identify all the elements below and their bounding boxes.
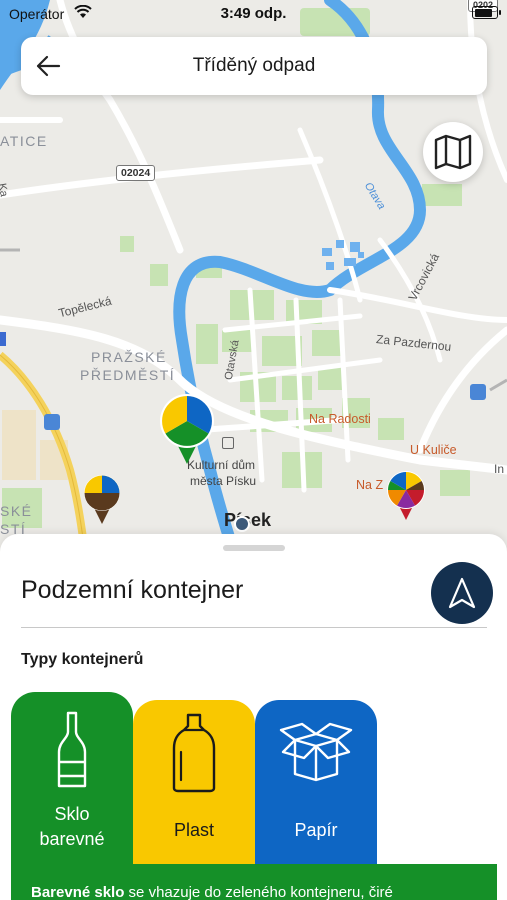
page-title: Tříděný odpad — [192, 55, 316, 76]
map-icon — [434, 134, 472, 170]
detail-sheet: Podzemní kontejner Typy kontejnerů Sklo … — [0, 534, 507, 900]
paper-box-icon — [255, 718, 377, 782]
card-paper[interactable]: Papír — [255, 700, 377, 872]
divider — [21, 627, 487, 628]
card-plastic[interactable]: Plast — [133, 700, 255, 872]
map-label-district: PRAŽSKÉ — [91, 349, 167, 365]
navigate-button[interactable] — [431, 562, 493, 624]
card-label: Plast — [173, 820, 215, 840]
map-label-district: PŘEDMĚSTÍ — [80, 367, 176, 383]
navigation-arrow-icon — [448, 577, 476, 609]
street-label: In — [494, 462, 505, 476]
container-marker-selected[interactable] — [158, 392, 216, 471]
info-banner: Barevné sklo se vhazuje do zeleného kont… — [11, 864, 497, 900]
poi-label: Na Z — [356, 478, 384, 492]
container-marker[interactable] — [82, 474, 122, 531]
poi-label: města Písku — [190, 474, 257, 488]
plastic-bottle-icon — [133, 712, 255, 794]
map-layers-button[interactable] — [423, 122, 483, 182]
poi-label: Na Radosti — [309, 412, 371, 426]
pie-marker-icon — [160, 394, 214, 464]
location-dot — [234, 516, 250, 532]
top-bar: Tříděný odpad — [21, 37, 487, 95]
sheet-grabber[interactable] — [223, 545, 285, 551]
bottle-icon — [11, 710, 133, 790]
card-label: barevné — [39, 829, 105, 849]
info-bold: Barevné sklo — [31, 884, 125, 900]
section-title: Typy kontejnerů — [21, 651, 144, 668]
card-label: Papír — [294, 820, 338, 840]
container-types: Sklo barevné Plast Papír — [11, 692, 491, 872]
battery-level — [474, 8, 492, 17]
road-shield: 02024 — [116, 165, 156, 181]
status-bar: Operátor 3:49 odp. — [0, 0, 507, 28]
battery-icon — [472, 6, 501, 19]
map-label-district: ATICE — [0, 133, 48, 149]
container-title: Podzemní kontejner — [21, 576, 244, 604]
card-glass-colored[interactable]: Sklo barevné — [11, 692, 133, 872]
museum-icon — [222, 437, 234, 449]
container-marker[interactable] — [385, 470, 427, 527]
pie-marker-icon — [387, 471, 425, 520]
poi-label: U Kuliče — [410, 443, 457, 457]
clock: 3:49 odp. — [220, 5, 287, 22]
map-label-district: SKÉ — [0, 503, 33, 519]
info-text: se vhazuje do zeleného kontejneru, čiré — [124, 884, 393, 900]
card-label: Sklo — [54, 804, 90, 824]
pie-marker-icon — [84, 475, 120, 524]
